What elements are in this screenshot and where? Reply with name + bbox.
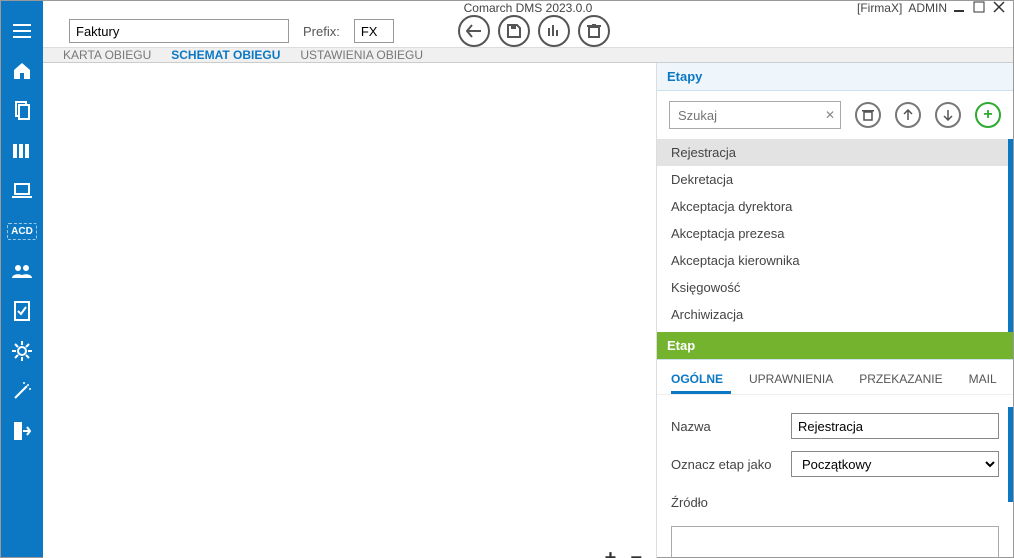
maximize-button[interactable] xyxy=(973,1,987,15)
source-label: Źródło xyxy=(671,495,999,510)
save-button[interactable] xyxy=(498,15,530,47)
workflow-canvas[interactable]: + − xyxy=(43,63,656,558)
workflow-name-input[interactable] xyxy=(69,19,289,43)
minimize-button[interactable] xyxy=(953,1,967,15)
nav-users-icon[interactable] xyxy=(1,251,43,291)
move-up-button[interactable] xyxy=(895,102,921,128)
stage-list: Rejestracja Dekretacja Akceptacja dyrekt… xyxy=(657,139,1013,332)
stage-detail-header: Etap xyxy=(657,332,1013,360)
stage-item[interactable]: Archiwizacja xyxy=(657,301,1013,328)
stage-item[interactable]: Rejestracja xyxy=(657,139,1013,166)
mark-label: Oznacz etap jako xyxy=(671,457,791,472)
right-panel: Etapy ✕ + xyxy=(656,63,1013,558)
name-input[interactable] xyxy=(791,413,999,439)
tab-karta[interactable]: KARTA OBIEGU xyxy=(63,48,151,62)
nav-document-icon[interactable] xyxy=(1,291,43,331)
dtab-uprawnienia[interactable]: UPRAWNIENIA xyxy=(749,372,833,386)
nav-acd[interactable]: ACD xyxy=(1,211,43,251)
prefix-input[interactable] xyxy=(354,19,394,43)
app-title: Comarch DMS 2023.0.0 xyxy=(464,1,593,15)
stage-search-input[interactable] xyxy=(669,101,841,129)
stage-item[interactable]: Księgowość xyxy=(657,274,1013,301)
back-button[interactable] xyxy=(458,15,490,47)
nav-menu[interactable] xyxy=(1,11,43,51)
sidebar: ACD xyxy=(1,1,43,557)
nav-settings-icon[interactable] xyxy=(1,331,43,371)
company-label: [FirmaX] xyxy=(857,1,902,15)
prefix-label: Prefix: xyxy=(303,24,340,39)
source-box[interactable] xyxy=(671,526,999,558)
stage-item[interactable]: Akceptacja kierownika xyxy=(657,247,1013,274)
stage-item[interactable]: Dekretacja xyxy=(657,166,1013,193)
clear-search-icon[interactable]: ✕ xyxy=(825,108,835,122)
nav-laptop-icon[interactable] xyxy=(1,171,43,211)
zoom-out-button[interactable]: − xyxy=(630,547,642,558)
delete-button[interactable] xyxy=(578,15,610,47)
stage-item[interactable]: Akceptacja dyrektora xyxy=(657,193,1013,220)
nav-exit-icon[interactable] xyxy=(1,411,43,451)
zoom-in-button[interactable]: + xyxy=(605,547,617,558)
nav-wand-icon[interactable] xyxy=(1,371,43,411)
close-button[interactable] xyxy=(993,1,1007,15)
stage-form: Nazwa Oznacz etap jako Początkowy Źródło xyxy=(657,395,1013,558)
nav-home[interactable] xyxy=(1,51,43,91)
name-label: Nazwa xyxy=(671,419,791,434)
delete-stage-button[interactable] xyxy=(855,102,881,128)
stage-item[interactable]: Akceptacja prezesa xyxy=(657,220,1013,247)
move-down-button[interactable] xyxy=(935,102,961,128)
tab-ustawienia[interactable]: USTAWIENIA OBIEGU xyxy=(300,48,423,62)
dtab-mail[interactable]: MAIL xyxy=(969,372,997,386)
tab-schemat[interactable]: SCHEMAT OBIEGU xyxy=(171,48,280,62)
command-bar: Prefix: xyxy=(43,15,1013,47)
dtab-ogolne[interactable]: OGÓLNE xyxy=(671,372,723,386)
dtab-przekazanie[interactable]: PRZEKAZANIE xyxy=(859,372,942,386)
detail-tabs: OGÓLNE UPRAWNIENIA PRZEKAZANIE MAIL KC xyxy=(657,360,1013,395)
nav-pages-icon[interactable] xyxy=(1,91,43,131)
user-label: ADMIN xyxy=(908,1,947,15)
add-stage-button[interactable]: + xyxy=(975,102,1001,128)
stages-header: Etapy xyxy=(657,63,1013,91)
tune-button[interactable] xyxy=(538,15,570,47)
top-tabs: KARTA OBIEGU SCHEMAT OBIEGU USTAWIENIA O… xyxy=(43,47,1013,63)
titlebar: Comarch DMS 2023.0.0 [FirmaX] ADMIN xyxy=(43,1,1013,15)
nav-binders-icon[interactable] xyxy=(1,131,43,171)
mark-select[interactable]: Początkowy xyxy=(791,451,999,477)
